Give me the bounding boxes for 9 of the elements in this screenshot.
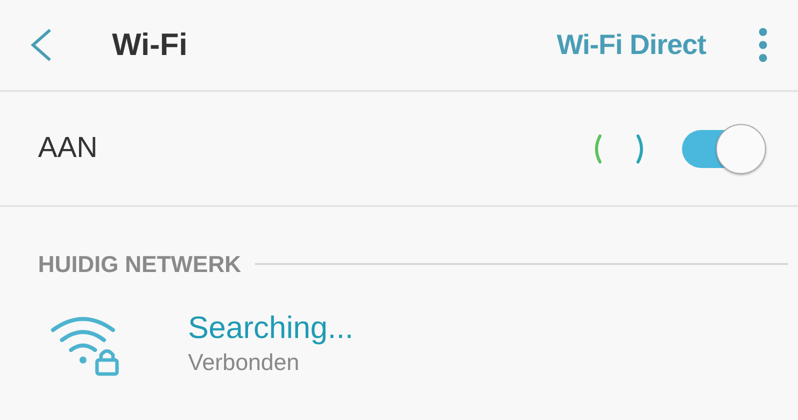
- wifi-toggle[interactable]: [680, 124, 768, 174]
- network-name[interactable]: Searching...: [188, 310, 354, 346]
- back-button[interactable]: [28, 28, 54, 62]
- page-title: Wi-Fi: [112, 26, 188, 64]
- network-status: Verbonden: [188, 348, 300, 378]
- section-title: HUIDIG NETWERK: [38, 250, 242, 279]
- loading-icon: [592, 132, 646, 164]
- wifi-direct-button[interactable]: Wi-Fi Direct: [556, 24, 706, 66]
- switch-label: AAN: [38, 130, 98, 166]
